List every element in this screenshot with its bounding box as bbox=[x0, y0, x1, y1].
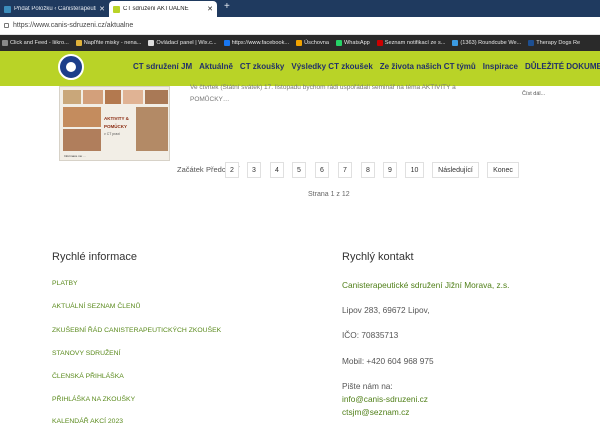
contact-title: Rychlý kontakt bbox=[342, 251, 414, 263]
post-excerpt: Ve čtvrtek (Státní svátek) 17. listopadu… bbox=[190, 82, 512, 106]
bookmark-favicon-icon bbox=[2, 40, 8, 46]
quick-info-link[interactable]: ČLENSKÁ PŘIHLÁŠKA bbox=[52, 373, 124, 380]
pagination-page-button[interactable]: 6 bbox=[315, 162, 329, 178]
quick-info-title: Rychlé informace bbox=[52, 251, 137, 263]
mobile: Mobil: +420 604 968 975 bbox=[342, 356, 434, 366]
quick-info-link[interactable]: ZKUŠEBNÍ ŘÁD CANISTERAPEUTICKÝCH ZKOUŠEK bbox=[52, 327, 221, 334]
bookmark-item[interactable]: Napľňte misky - nena... bbox=[74, 40, 142, 46]
poster-photo bbox=[145, 90, 168, 104]
bookmark-label: WhatsApp bbox=[343, 40, 370, 46]
write-us-label: Pište nám na: bbox=[342, 381, 393, 391]
tab-title: CT sdružení AKTUÁLNĚ bbox=[123, 6, 189, 12]
quick-info-link[interactable]: STANOVY SDRUŽENÍ bbox=[52, 350, 120, 357]
pagination-page-button[interactable]: 7 bbox=[338, 162, 352, 178]
bookmark-label: Napľňte misky - nena... bbox=[83, 40, 142, 46]
bookmark-item[interactable]: (1363) Roundcube We... bbox=[450, 40, 521, 46]
bookmark-item[interactable]: Ovládací panel | Wix.c... bbox=[146, 40, 217, 46]
bookmark-label: Click and Feed - Iiikro... bbox=[10, 40, 69, 46]
poster-photo bbox=[136, 107, 168, 151]
poster-footer: Informace na: … bbox=[64, 154, 87, 158]
pagination-page-button[interactable]: 2 bbox=[225, 162, 239, 178]
pagination-next-button[interactable]: Následující bbox=[432, 162, 479, 178]
close-icon[interactable]: ✕ bbox=[99, 5, 105, 13]
excerpt-line: POMŮCKY… bbox=[190, 96, 230, 103]
nav-menu: CT sdružení JM Aktuálně CT zkoušky Výsledky… bbox=[133, 62, 600, 71]
bookmark-label: (1363) Roundcube We... bbox=[460, 40, 522, 46]
page-info: Strana 1 z 12 bbox=[308, 191, 350, 198]
bookmark-label: https://www.facebook... bbox=[231, 40, 290, 46]
bookmark-item[interactable]: Click and Feed - Iiikro... bbox=[0, 40, 69, 46]
quick-info-link[interactable]: AKTUÁLNÍ SEZNAM ČLENŮ bbox=[52, 303, 140, 310]
lock-icon bbox=[4, 23, 9, 28]
nav-link[interactable]: CT sdružení JM bbox=[133, 62, 192, 71]
dog-emblem-icon bbox=[66, 62, 76, 72]
url-text[interactable]: https://www.canis-sdruzeni.cz/aktualne bbox=[13, 22, 133, 29]
address: Lipov 283, 69672 Lipov, bbox=[342, 305, 430, 315]
address-bar[interactable]: https://www.canis-sdruzeni.cz/aktualne bbox=[0, 17, 600, 35]
site-navigation: CT sdružení JM Aktuálně CT zkoušky Výsledky… bbox=[0, 51, 600, 86]
bookmark-item[interactable]: Therapy Dogs Re bbox=[526, 40, 580, 46]
bookmark-item[interactable]: WhatsApp bbox=[334, 40, 370, 46]
pagination-page-button[interactable]: 9 bbox=[383, 162, 397, 178]
poster-photo bbox=[63, 107, 101, 127]
nav-link[interactable]: Aktuálně bbox=[199, 62, 233, 71]
bookmark-favicon-icon bbox=[148, 40, 155, 46]
new-tab-button[interactable]: + bbox=[224, 1, 230, 12]
poster-photo bbox=[123, 90, 143, 104]
ico: IČO: 70835713 bbox=[342, 330, 399, 340]
poster-photo bbox=[105, 90, 121, 104]
bookmark-favicon-icon bbox=[75, 40, 82, 46]
bookmark-label: Ovládací panel | Wix.c... bbox=[156, 40, 217, 46]
bookmark-item[interactable]: Úschovna bbox=[294, 40, 329, 46]
bookmarks-bar: Click and Feed - Iiikro... Napľňte misky … bbox=[0, 35, 600, 51]
email-link[interactable]: info@canis-sdruzeni.cz bbox=[342, 394, 428, 404]
bookmark-favicon-icon bbox=[528, 40, 535, 46]
poster-photo bbox=[83, 90, 103, 104]
bookmark-favicon-icon bbox=[376, 40, 383, 46]
quick-info-link[interactable]: PLATBY bbox=[52, 280, 78, 287]
wordpress-favicon-icon bbox=[4, 5, 11, 13]
nav-link[interactable]: Výsledky CT zkoušek bbox=[291, 62, 372, 71]
pagination-page-button[interactable]: 4 bbox=[270, 162, 284, 178]
org-name[interactable]: Canisterapeutické sdružení Jižní Morava,… bbox=[342, 280, 509, 290]
pagination: Začátek Předchozí 1 2345678910Následujíc… bbox=[0, 162, 600, 178]
bookmark-favicon-icon bbox=[335, 40, 342, 46]
pagination-end-button[interactable]: Konec bbox=[487, 162, 519, 178]
bookmark-favicon-icon bbox=[296, 40, 303, 46]
nav-link[interactable]: CT zkoušky bbox=[240, 62, 284, 71]
close-icon[interactable]: ✕ bbox=[207, 5, 213, 13]
read-more-link[interactable]: Číst dál... bbox=[522, 91, 545, 97]
browser-tab-ct-aktualne[interactable]: CT sdružení AKTUÁLNĚ ✕ bbox=[109, 1, 217, 17]
site-logo[interactable] bbox=[58, 54, 84, 80]
poster-subtitle: v CT praxi bbox=[104, 132, 120, 136]
browser-tab-pridat-polozku[interactable]: Přidat Položku ‹ Canisterapeuti ✕ bbox=[0, 1, 109, 17]
quick-info-link[interactable]: PŘIHLÁŠKA NA ZKOUŠKY bbox=[52, 396, 135, 403]
excerpt-line: Ve čtvrtek (Státní svátek) 17. listopadu… bbox=[190, 84, 456, 91]
pagination-page-button[interactable]: 5 bbox=[292, 162, 306, 178]
nav-link[interactable]: DŮLEŽITÉ DOKUMENTY bbox=[525, 62, 600, 71]
bookmark-favicon-icon bbox=[452, 40, 459, 46]
bookmark-label: Seznam notifikací ze s... bbox=[384, 40, 446, 46]
post-poster-image[interactable]: AKTIVITY & POMŮCKY v CT praxi Informace … bbox=[59, 86, 170, 161]
pagination-start: Začátek bbox=[177, 165, 204, 174]
site-favicon-icon bbox=[113, 5, 120, 13]
bookmark-label: Therapy Dogs Re bbox=[536, 40, 581, 46]
poster-title: POMŮCKY bbox=[104, 124, 128, 129]
bookmark-label: Úschovna bbox=[304, 40, 329, 46]
pagination-page-button[interactable]: 8 bbox=[361, 162, 375, 178]
nav-link[interactable]: Inspirace bbox=[483, 62, 518, 71]
poster-photo bbox=[63, 129, 101, 151]
tab-title: Přidat Položku ‹ Canisterapeuti bbox=[14, 6, 97, 12]
bookmark-item[interactable]: Seznam notifikací ze s... bbox=[375, 40, 446, 46]
bookmark-favicon-icon bbox=[223, 40, 230, 46]
nav-link[interactable]: Ze života našich CT týmů bbox=[380, 62, 476, 71]
poster-photo bbox=[63, 90, 81, 104]
pagination-page-button[interactable]: 3 bbox=[247, 162, 261, 178]
browser-tab-strip: Přidat Položku ‹ Canisterapeuti ✕ CT sdr… bbox=[0, 0, 600, 17]
poster-title: AKTIVITY & bbox=[104, 116, 129, 121]
pagination-page-button[interactable]: 10 bbox=[405, 162, 424, 178]
email-link[interactable]: ctsjm@seznam.cz bbox=[342, 407, 409, 417]
bookmark-item[interactable]: https://www.facebook... bbox=[222, 40, 290, 46]
